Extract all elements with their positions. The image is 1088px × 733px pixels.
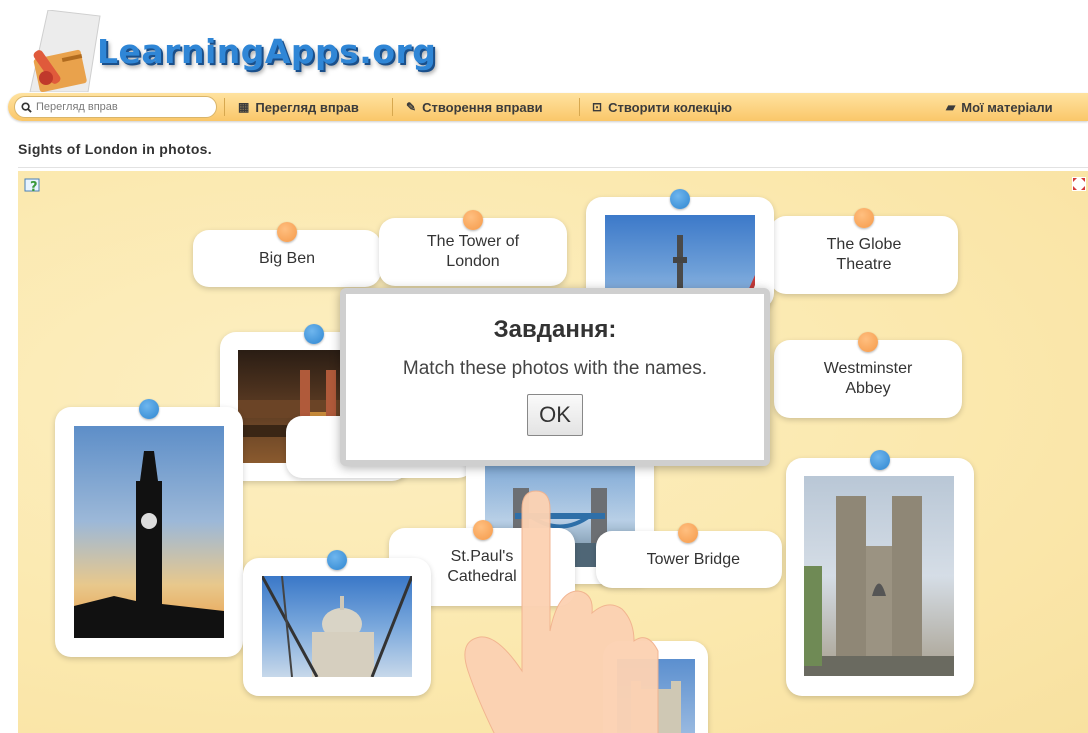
main-navbar: Перегляд вправ ▦ Перегляд вправ ✎ Створе…: [8, 93, 1088, 121]
card-label: The Tower of London: [426, 233, 520, 270]
pin: [304, 324, 324, 344]
pin: [678, 523, 698, 543]
nav-divider: [579, 98, 580, 116]
card-label: Big Ben: [258, 249, 316, 267]
nav-divider: [392, 98, 393, 116]
nav-materials-button[interactable]: ▰ Мої матеріали: [946, 93, 1053, 121]
search-icon: [21, 101, 32, 113]
dialog-text: Match these photos with the names.: [402, 358, 708, 379]
help-icon[interactable]: ?: [24, 177, 42, 195]
pencil-icon: ✎: [406, 100, 417, 114]
fullscreen-icon[interactable]: [1072, 177, 1086, 191]
nav-create-button[interactable]: ✎ Створення вправи: [406, 93, 543, 121]
svg-text:?: ?: [30, 180, 38, 195]
nav-browse-label: Перегляд вправ: [255, 99, 359, 115]
nav-materials-label: Мої матеріали: [961, 99, 1053, 115]
nav-create-label: Створення вправи: [422, 99, 543, 115]
pin: [854, 208, 874, 228]
card-globe-theatre[interactable]: The Globe Theatre: [770, 208, 958, 294]
ok-button[interactable]: OK: [527, 394, 583, 436]
dialog-title: Завдання:: [493, 316, 617, 343]
pin: [670, 189, 690, 209]
card-big-ben[interactable]: Big Ben: [193, 222, 381, 287]
folder-icon: ▰: [946, 100, 956, 114]
photo-card-westminster[interactable]: [786, 450, 974, 696]
logo-text: LearningApps.org: [97, 32, 437, 71]
st-pauls-photo: [262, 576, 412, 677]
search-placeholder: Перегляд вправ: [36, 101, 118, 113]
hand-pointer-icon: [464, 490, 659, 733]
pin: [870, 450, 890, 470]
collection-icon: ⊡: [592, 100, 603, 114]
divider: [18, 167, 1088, 168]
nav-divider: [224, 98, 225, 116]
learningapps-logo[interactable]: LearningApps.org: [22, 10, 436, 92]
page-title: Sights of London in photos.: [18, 141, 212, 157]
photo-card-big-ben[interactable]: [55, 399, 243, 657]
nav-browse-button[interactable]: ▦ Перегляд вправ: [238, 93, 359, 121]
task-dialog: Завдання: Match these photos with the na…: [340, 288, 770, 466]
card-label: Westminster Abbey: [823, 360, 913, 397]
exercise-board: ? Big Ben The Tower of London The Globe …: [18, 171, 1088, 733]
search-input[interactable]: Перегляд вправ: [14, 96, 217, 118]
pin: [858, 332, 878, 352]
pin: [463, 210, 483, 230]
pin: [327, 550, 347, 570]
photo-card-st-pauls[interactable]: [243, 550, 431, 696]
card-westminster-abbey[interactable]: Westminster Abbey: [774, 332, 962, 418]
logo-graphic: [29, 10, 101, 92]
pin: [277, 222, 297, 242]
pin: [139, 399, 159, 419]
grid-icon: ▦: [238, 100, 250, 114]
westminster-photo: [804, 476, 954, 676]
nav-collection-label: Створити колекцію: [608, 99, 732, 115]
nav-collection-button[interactable]: ⊡ Створити колекцію: [592, 93, 732, 121]
card-label: The Globe Theatre: [826, 236, 902, 273]
big-ben-photo: [74, 426, 224, 638]
card-tower-of-london[interactable]: The Tower of London: [379, 210, 567, 286]
